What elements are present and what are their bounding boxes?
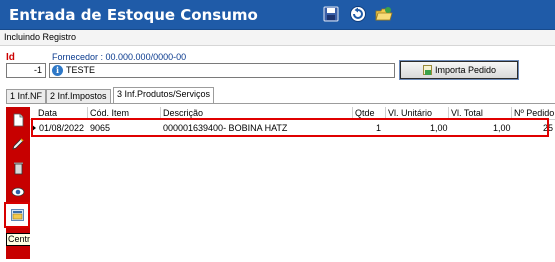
- tab-inf-impostos[interactable]: 2 Inf.Impostos: [46, 89, 111, 103]
- fornecedor-field[interactable]: i TESTE: [49, 63, 395, 78]
- tab-divider: [6, 103, 555, 104]
- tab-inf-produtos[interactable]: 3 Inf.Produtos/Serviços: [113, 87, 215, 103]
- import-order-label: Importa Pedido: [435, 65, 497, 75]
- new-document-icon[interactable]: [11, 113, 25, 127]
- window-title: Entrada de Estoque Consumo: [9, 6, 258, 24]
- cost-center-icon: [11, 209, 24, 221]
- id-label: Id: [6, 52, 15, 63]
- import-order-button[interactable]: Importa Pedido: [399, 60, 519, 80]
- status-text: Incluindo Registro: [4, 32, 77, 42]
- tab-inf-nf[interactable]: 1 Inf.NF: [6, 89, 47, 103]
- edit-pencil-icon[interactable]: [11, 137, 25, 151]
- import-icon: [423, 65, 432, 75]
- row-highlight-box: [31, 118, 549, 137]
- title-bar: Entrada de Estoque Consumo: [0, 0, 555, 30]
- save-icon[interactable]: [322, 5, 340, 23]
- view-eye-icon[interactable]: [11, 185, 25, 199]
- cost-center-button[interactable]: [4, 202, 30, 228]
- delete-trash-icon[interactable]: [11, 161, 25, 175]
- status-strip: [0, 30, 555, 46]
- fornecedor-label: Fornecedor : 00.000.000/0000-00: [52, 52, 187, 62]
- fornecedor-value: TESTE: [66, 65, 96, 75]
- info-icon: i: [52, 65, 63, 76]
- id-field[interactable]: -1: [6, 63, 46, 78]
- undo-icon[interactable]: [349, 5, 367, 23]
- open-folder-icon[interactable]: [375, 5, 393, 23]
